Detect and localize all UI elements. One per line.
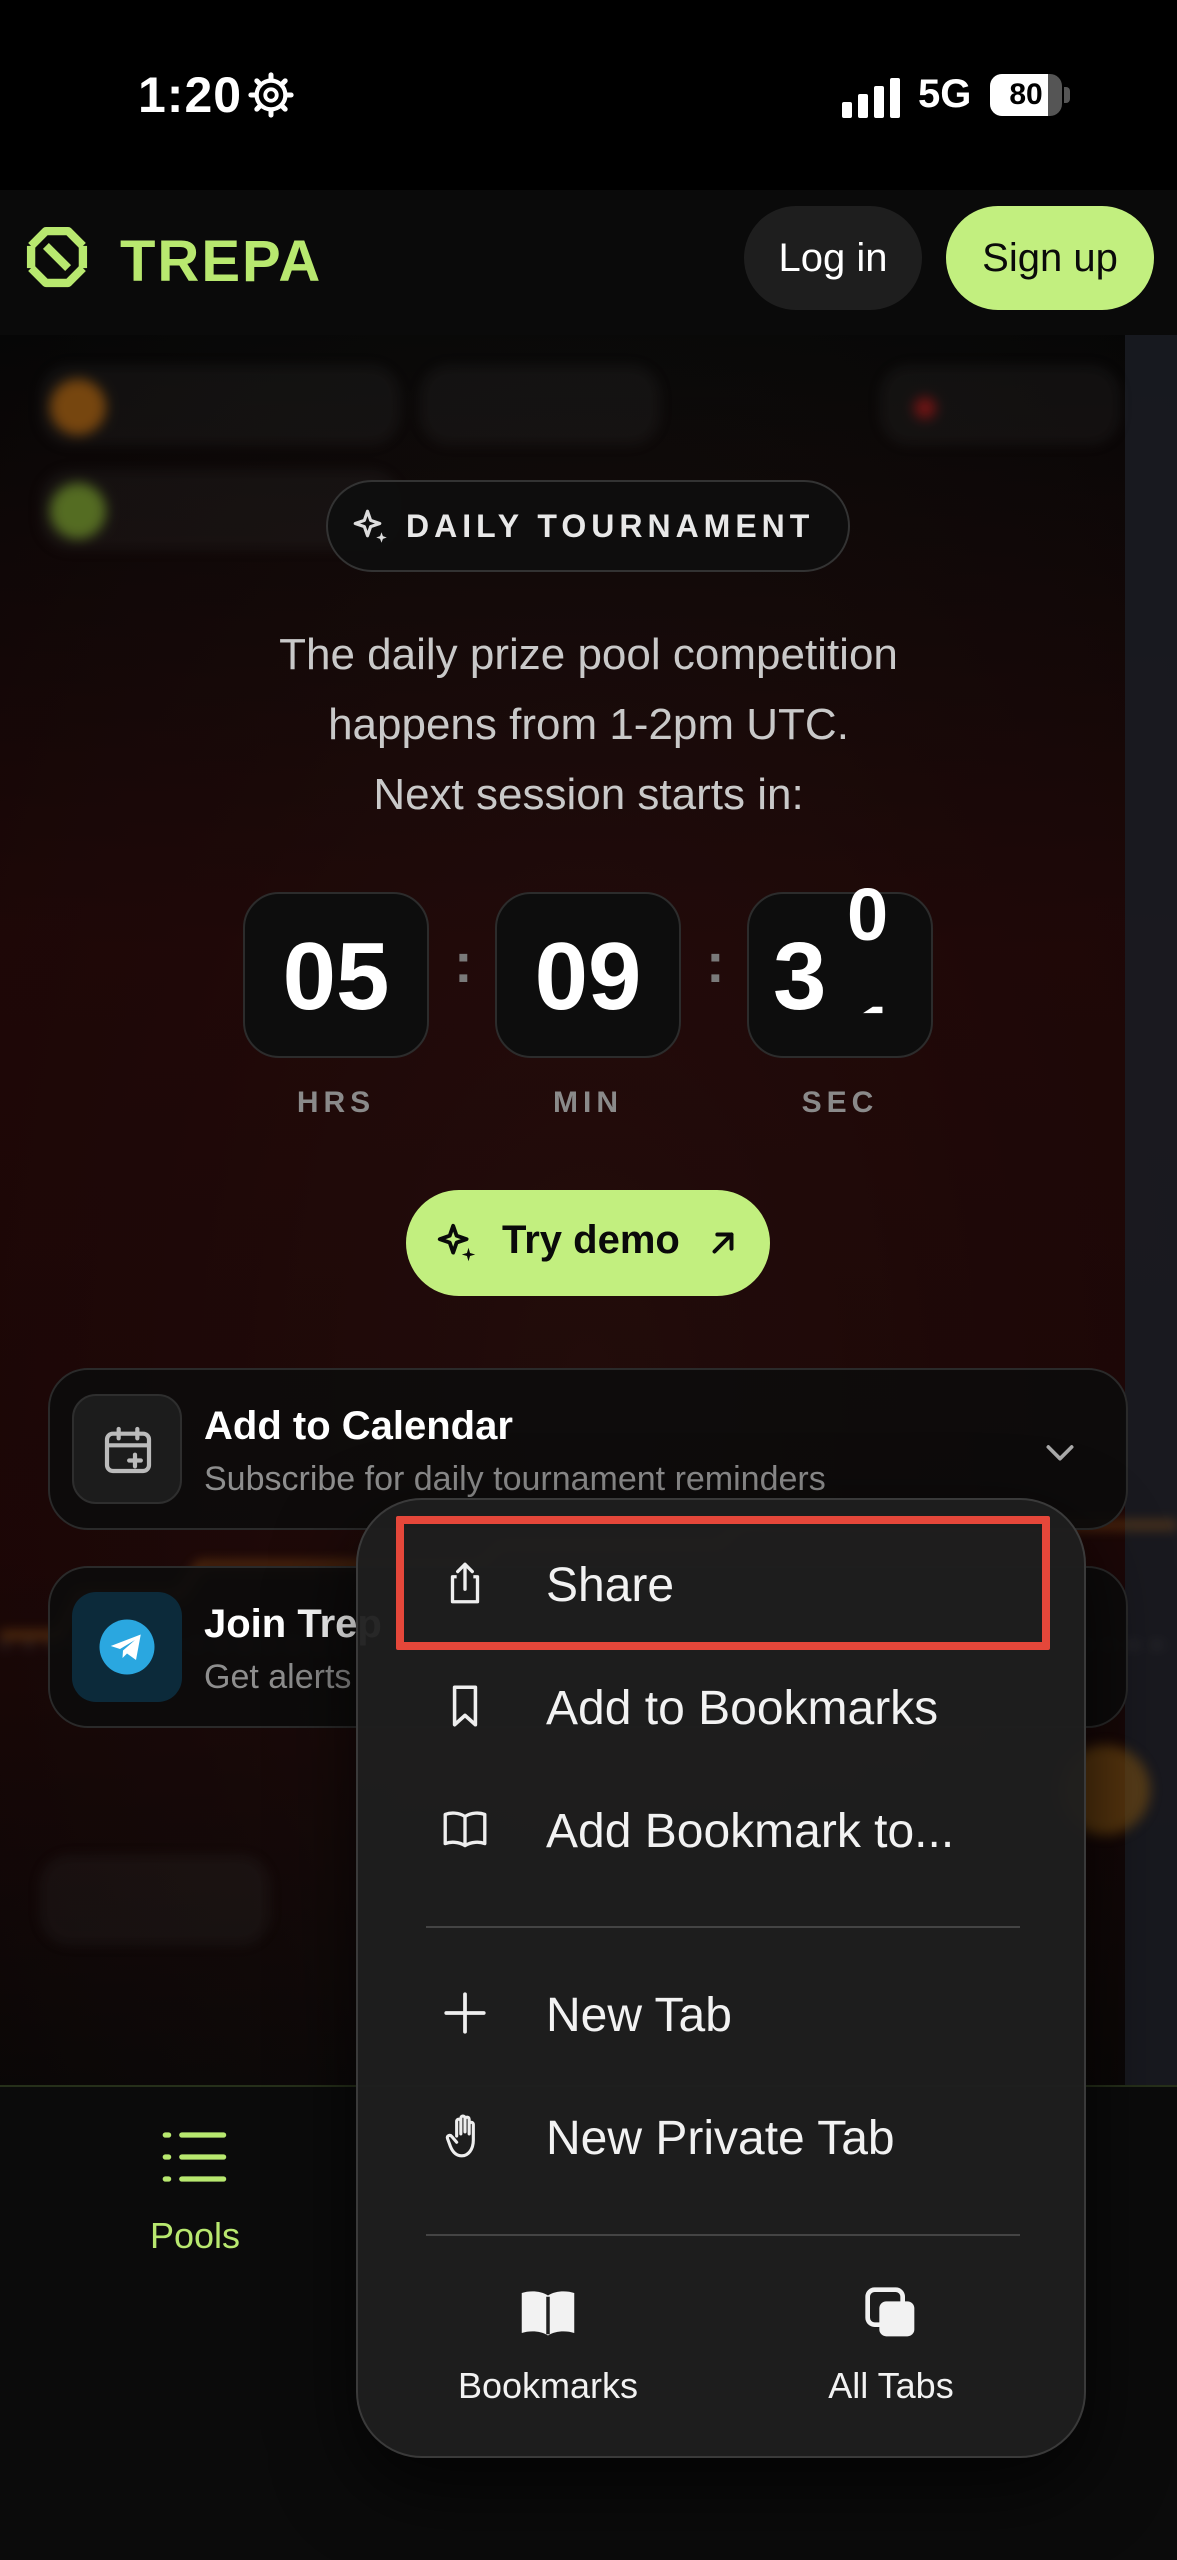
calendar-icon-box <box>72 1394 182 1504</box>
signup-button[interactable]: Sign up <box>946 206 1154 310</box>
hand-icon <box>445 2114 475 2158</box>
sparkle-icon <box>353 509 387 543</box>
status-bar: 1:20 5G 80 <box>0 0 1177 190</box>
timer-seconds-digit: 3 <box>773 923 827 1030</box>
timer-minutes-label: MIN <box>553 1086 623 1119</box>
menu-item-label: Add Bookmark to... <box>546 1805 955 1858</box>
sparkle-icon <box>437 1223 476 1262</box>
arrow-up-right-icon <box>712 1232 734 1254</box>
telegram-icon <box>99 1619 155 1675</box>
tabs-icon <box>865 2287 915 2337</box>
timer-hours-label: HRS <box>296 1086 376 1119</box>
description-line: Next session starts in: <box>373 770 804 819</box>
menu-bookmarks-button[interactable]: Bookmarks <box>418 2285 678 2415</box>
menu-item-new-private-tab[interactable]: New Private Tab <box>358 2075 1084 2197</box>
calendar-plus-icon <box>104 1426 152 1474</box>
menu-item-add-bookmark-to[interactable]: Add Bookmark to... <box>358 1768 1084 1890</box>
timer-colon: : <box>454 931 473 994</box>
timer-colon: : <box>706 931 725 994</box>
menu-divider <box>426 1926 1020 1928</box>
menu-item-label: New Private Tab <box>546 2112 895 2165</box>
browser-context-menu: Share Add to Bookmarks Add Bookmark to..… <box>356 1498 1086 2458</box>
site-header: TREPA Log in Sign up <box>0 190 1177 335</box>
book-open-icon <box>443 1811 487 1848</box>
battery-icon: 80 <box>990 74 1070 116</box>
gear-icon <box>248 72 294 118</box>
book-icon <box>521 2291 575 2336</box>
plus-icon <box>444 1992 486 2034</box>
battery-level: 80 <box>1009 78 1043 111</box>
card-subtitle: Subscribe for daily tournament reminders <box>204 1460 826 1498</box>
trepa-logo-icon[interactable] <box>20 220 94 294</box>
chevron-down-icon[interactable] <box>1040 1432 1080 1472</box>
menu-item-label: New Tab <box>546 1989 732 2042</box>
nav-item-pools[interactable]: Pools <box>130 2127 260 2267</box>
timer-hours: 05 <box>243 892 429 1058</box>
try-demo-button[interactable]: Try demo <box>406 1190 770 1296</box>
bookmark-icon <box>452 1685 478 1727</box>
timer-seconds: 3 0 1 <box>747 873 933 1058</box>
daily-tournament-badge: DAILY TOURNAMENT <box>326 480 850 572</box>
try-demo-label: Try demo <box>502 1218 680 1262</box>
card-subtitle: Get alerts <box>204 1658 352 1696</box>
menu-all-tabs-button[interactable]: All Tabs <box>761 2285 1021 2415</box>
menu-item-add-to-bookmarks[interactable]: Add to Bookmarks <box>358 1645 1084 1767</box>
menu-bottom-label: All Tabs <box>828 2365 954 2406</box>
telegram-icon-box <box>72 1592 182 1702</box>
tournament-description: The daily prize pool competition happens… <box>150 620 1027 830</box>
status-time: 1:20 <box>138 67 243 123</box>
signal-icon <box>842 78 900 118</box>
login-button[interactable]: Log in <box>744 206 922 310</box>
nav-pools-label: Pools <box>149 2215 241 2256</box>
timer-seconds-label: SEC <box>801 1086 879 1119</box>
timer-minutes: 09 <box>495 892 681 1058</box>
brand-name[interactable]: TREPA <box>120 228 322 295</box>
card-title: Add to Calendar <box>204 1404 513 1448</box>
badge-label: DAILY TOURNAMENT <box>406 508 815 544</box>
network-type: 5G <box>918 72 972 116</box>
list-icon <box>162 2132 227 2182</box>
menu-bottom-label: Bookmarks <box>457 2365 639 2406</box>
highlight-box <box>396 1516 1050 1650</box>
description-line: The daily prize pool competition <box>279 630 898 679</box>
menu-item-new-tab[interactable]: New Tab <box>358 1952 1084 2074</box>
menu-divider <box>426 2234 1020 2236</box>
menu-item-label: Add to Bookmarks <box>546 1682 939 1735</box>
description-line: happens from 1-2pm UTC. <box>328 700 849 749</box>
